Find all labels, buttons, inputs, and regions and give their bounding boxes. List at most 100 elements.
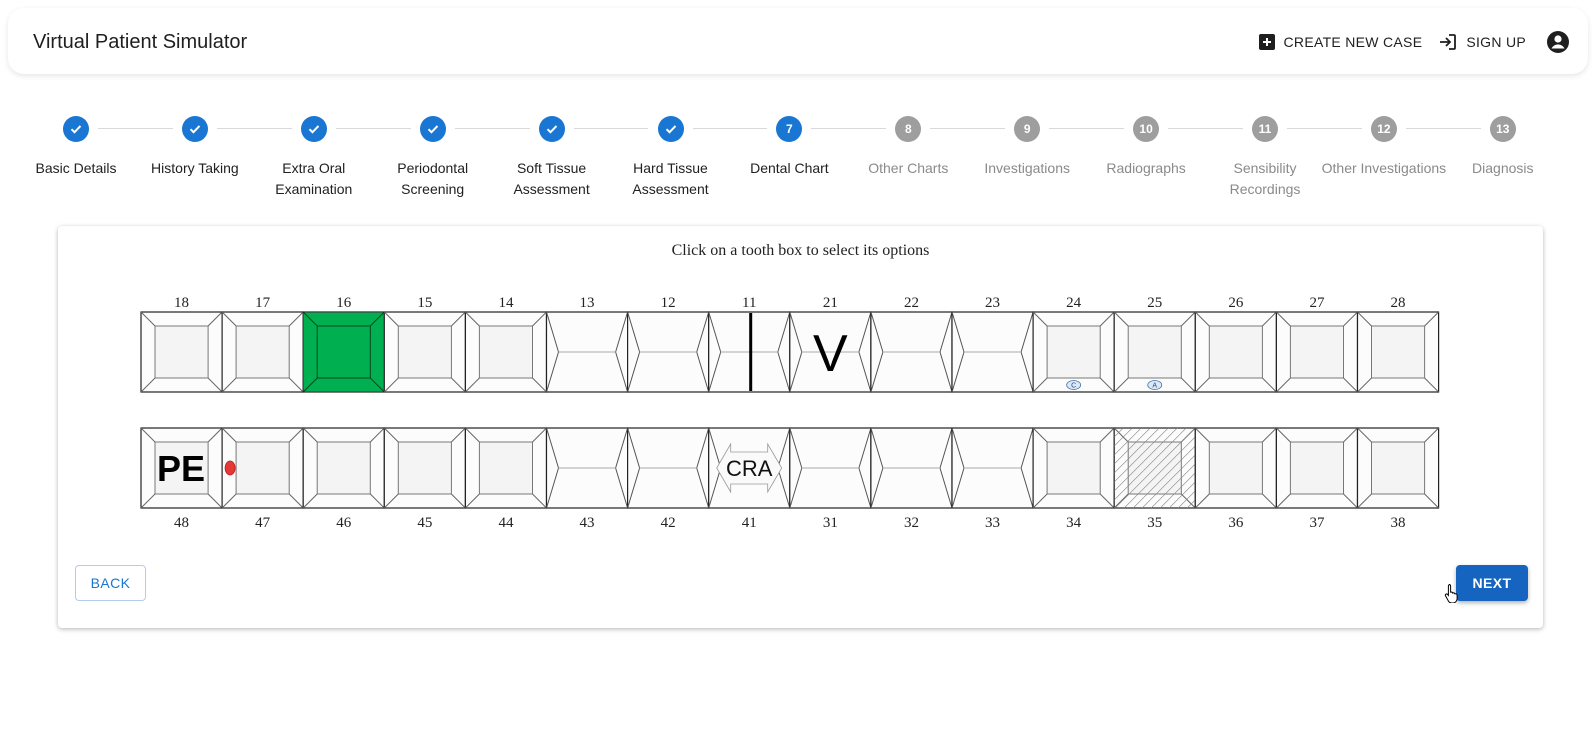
step-5: Soft Tissue Assessment [487,116,617,200]
occlusal-surface [316,325,371,379]
step-number: 11 [1252,116,1278,142]
occlusal-surface [235,325,290,379]
tooth-44[interactable] [464,427,548,509]
tooth-43[interactable] [545,427,629,509]
tooth-47[interactable] [221,427,304,509]
occlusal-surface [397,325,452,379]
create-new-case-button[interactable]: CREATE NEW CASE [1258,33,1423,51]
next-button[interactable]: NEXT [1456,565,1528,601]
step-number: 7 [776,116,803,142]
occlusal-surface [478,441,533,495]
tooth-number: 36 [1228,515,1244,531]
occlusal-surface [1289,325,1345,379]
tooth-38[interactable] [1356,427,1440,509]
tooth-45[interactable] [383,427,466,509]
tooth-number: 17 [255,295,271,311]
step-label: Basic Details [35,160,117,176]
add-box-icon [1258,33,1276,51]
tooth-46[interactable] [302,427,385,509]
step-label: Hard Tissue Assessment [632,160,709,197]
top-nav: CREATE NEW CASE SIGN UP [1258,30,1570,54]
dental-chart-card: Click on a tooth box to select its optio… [58,226,1543,628]
occlusal-surface [235,441,290,495]
tooth-number: 16 [336,295,352,311]
tooth-number: 33 [985,515,1000,531]
tooth-number: 42 [661,515,676,531]
app-title: Virtual Patient Simulator [33,31,248,53]
tooth-number: 44 [498,515,514,531]
tooth-27[interactable] [1275,311,1359,393]
sign-up-label: SIGN UP [1466,34,1526,50]
tooth-12[interactable] [626,311,710,393]
check-icon [181,116,208,142]
tooth-18[interactable] [140,311,223,393]
tooth-34[interactable] [1032,427,1115,509]
back-button[interactable]: BACK [75,565,146,601]
tooth-number: 35 [1147,515,1162,531]
tooth-number: 23 [985,295,1000,311]
pointer-cursor-icon [1444,583,1460,608]
tooth-28[interactable] [1356,311,1440,393]
occlusal-surface [397,441,452,495]
tooth-22[interactable] [870,311,953,393]
tooth-number: 22 [904,295,919,311]
occlusal-surface [154,325,209,379]
app-bar: Virtual Patient Simulator CREATE NEW CAS… [8,8,1588,74]
step-label: Diagnosis [1472,160,1534,176]
occlusal-surface [316,441,371,495]
occlusal-surface [478,325,533,379]
account-circle-icon[interactable] [1546,30,1570,54]
tooth-33[interactable] [951,427,1034,509]
step-label: Dental Chart [750,160,829,176]
tooth-number: 45 [417,515,432,531]
step-number: 10 [1133,116,1160,142]
tooth-number: 15 [417,295,432,311]
tooth-25[interactable]: A [1113,311,1196,393]
login-icon [1438,33,1458,51]
occlusal-surface [1046,325,1101,379]
tooth-14[interactable] [464,311,548,393]
tooth-number: 47 [255,515,271,531]
tooth-number: 18 [174,295,189,311]
tooth-16[interactable] [302,311,385,393]
tooth-11[interactable] [708,311,791,393]
step-number: 12 [1370,116,1397,142]
tooth-number: 25 [1147,295,1162,311]
step-number: 13 [1489,116,1516,142]
tooth-17[interactable] [221,311,304,393]
tooth-37[interactable] [1275,427,1359,509]
tooth-number: 32 [904,515,919,531]
tooth-41[interactable]: CRA [708,427,791,509]
tooth-24[interactable]: C [1032,311,1115,393]
sign-up-button[interactable]: SIGN UP [1438,33,1526,51]
check-icon [300,116,327,142]
tooth-26[interactable] [1194,311,1278,393]
tooth-31[interactable] [789,427,872,509]
step-label: Periodontal Screening [397,160,469,197]
step-label: Investigations [984,160,1070,176]
tooth-13[interactable] [545,311,629,393]
step-label: Radiographs [1106,160,1186,176]
tooth-number: 37 [1309,515,1325,531]
create-new-case-label: CREATE NEW CASE [1283,34,1423,50]
step-9: 9 Investigations [962,116,1092,179]
occlusal-surface [1208,325,1263,379]
dental-chart: 18 17 16 15 14 13 12 11 V 21 22 23 C 24 A 25 26 27 28 PE 48 4… [140,295,1440,531]
tooth-mark-text: V [813,325,848,383]
tooth-23[interactable] [951,311,1034,393]
step-8: 8 Other Charts [843,116,973,179]
step-7: 7 Dental Chart [724,116,854,179]
tooth-number: 46 [336,515,352,531]
occlusal-surface [1127,325,1182,379]
tooth-32[interactable] [870,427,953,509]
tooth-number: 43 [580,515,595,531]
check-icon [419,116,446,142]
tooth-15[interactable] [383,311,466,393]
tooth-21[interactable]: V [789,311,872,393]
occlusal-surface [1046,441,1101,495]
tooth-mark-text: A [1152,383,1157,390]
tooth-42[interactable] [626,427,710,509]
tooth-48[interactable]: PE [140,427,223,509]
step-number: 8 [895,116,922,142]
tooth-36[interactable] [1194,427,1278,509]
